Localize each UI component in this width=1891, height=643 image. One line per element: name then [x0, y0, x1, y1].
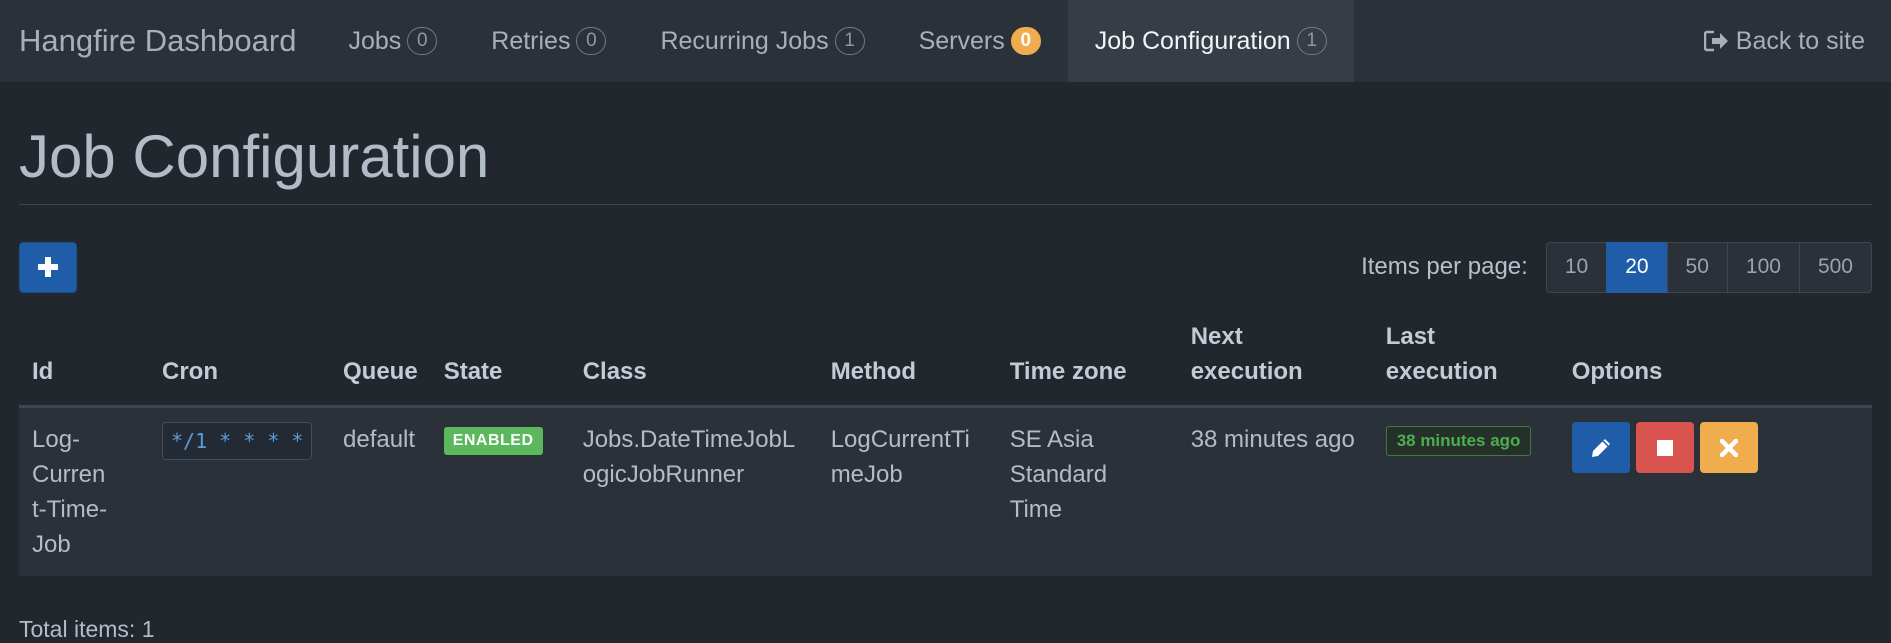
cell-options [1558, 406, 1872, 576]
count-badge: 0 [576, 27, 607, 55]
stop-button[interactable] [1635, 422, 1694, 473]
header-id: Id [19, 319, 149, 408]
page-size-500-button[interactable]: 500 [1798, 241, 1872, 293]
count-badge: 1 [1296, 27, 1327, 55]
cell-method: LogCurrentTi meJob [817, 406, 997, 576]
job-id-line2: t-Time-Job [32, 496, 108, 558]
cell-id: Log-Curren t-Time-Job [19, 406, 149, 576]
items-per-page-label: Items per page: [1361, 253, 1528, 280]
nav-item-recurring-jobs[interactable]: Recurring Jobs 1 [633, 0, 891, 82]
items-per-page: Items per page: 10 20 50 100 500 [1361, 241, 1872, 293]
header-next-line2: execution [1190, 358, 1303, 385]
plus-icon [38, 257, 58, 277]
method-line1: LogCurrentTi [830, 426, 970, 453]
last-execution-badge: 38 minutes ago [1385, 425, 1532, 456]
header-last-line2: execution [1385, 358, 1498, 385]
jobs-table: Id Cron Queue State Class Method Time zo… [19, 319, 1872, 576]
nav-item-jobs[interactable]: Jobs 0 [321, 0, 464, 82]
cell-last-execution: 38 minutes ago [1372, 406, 1559, 576]
brand-link[interactable]: Hangfire Dashboard [0, 0, 315, 82]
toolbar: Items per page: 10 20 50 100 500 [19, 241, 1872, 293]
class-line1: Jobs.DateTimeJobL [582, 426, 796, 453]
header-queue: Queue [330, 319, 431, 408]
header-options: Options [1558, 319, 1872, 408]
cell-class: Jobs.DateTimeJobL ogicJobRunner [569, 406, 818, 576]
nav-item-label: Job Configuration [1094, 26, 1291, 55]
back-to-site-label: Back to site [1735, 26, 1865, 55]
cell-cron: */1 * * * * [149, 406, 330, 576]
cell-timezone: SE Asia Standard Time [996, 406, 1178, 576]
count-badge: 0 [407, 27, 438, 55]
navbar: Hangfire Dashboard Jobs 0 Retries 0 Recu… [0, 0, 1891, 82]
cell-queue: default [330, 406, 431, 576]
header-timezone-label: Time zone [1009, 358, 1127, 385]
nav-item-label: Jobs [348, 26, 402, 55]
header-class: Class [569, 319, 818, 408]
back-to-site-link[interactable]: Back to site [1703, 0, 1865, 82]
sign-out-icon [1703, 30, 1728, 52]
nav-item-servers[interactable]: Servers 0 [892, 0, 1068, 82]
page-size-20-button[interactable]: 20 [1606, 241, 1668, 293]
cell-next-execution: 38 minutes ago [1177, 406, 1373, 576]
page-title: Job Configuration [19, 82, 1872, 205]
header-last-line1: Last [1385, 323, 1436, 350]
header-state: State [430, 319, 570, 408]
header-timezone: Time zone [996, 319, 1178, 408]
count-badge: 1 [834, 27, 865, 55]
close-icon [1719, 438, 1738, 457]
cell-state: ENABLED [430, 406, 570, 576]
cron-expression: */1 * * * * [162, 422, 313, 460]
edit-button[interactable] [1571, 422, 1630, 473]
total-items: Total items: 1 [19, 616, 155, 642]
state-badge: ENABLED [443, 426, 543, 455]
count-badge-warning: 0 [1010, 27, 1041, 55]
page-size-100-button[interactable]: 100 [1726, 241, 1800, 293]
nav-item-label: Retries [491, 26, 571, 55]
add-job-button[interactable] [19, 241, 77, 293]
main-content: Job Configuration Items per page: 10 20 … [0, 82, 1891, 643]
timezone-line1: SE Asia [1009, 426, 1094, 453]
page-size-group: 10 20 50 100 500 [1545, 241, 1872, 293]
header-last-execution: Last execution [1372, 319, 1559, 408]
nav-item-job-configuration[interactable]: Job Configuration 1 [1067, 0, 1354, 82]
header-method: Method [817, 319, 997, 408]
header-next-execution: Next execution [1177, 319, 1373, 408]
page-size-50-button[interactable]: 50 [1666, 241, 1728, 293]
nav-item-label: Servers [918, 26, 1005, 55]
method-line2: meJob [830, 461, 903, 488]
header-cron: Cron [149, 319, 330, 408]
table-header-row: Id Cron Queue State Class Method Time zo… [19, 319, 1872, 408]
table-row: Log-Curren t-Time-Job */1 * * * * defaul… [19, 406, 1872, 576]
pencil-icon [1591, 438, 1610, 457]
delete-button[interactable] [1699, 422, 1758, 473]
class-line2: ogicJobRunner [582, 461, 745, 488]
page-size-10-button[interactable]: 10 [1545, 241, 1608, 293]
header-next-line1: Next [1190, 323, 1243, 350]
nav-item-retries[interactable]: Retries 0 [464, 0, 633, 82]
stop-icon [1656, 439, 1673, 456]
timezone-line2: Standard Time [1009, 461, 1108, 523]
row-options [1571, 422, 1859, 473]
job-id-line1: Log-Curren [32, 426, 106, 488]
nav-item-label: Recurring Jobs [660, 26, 829, 55]
